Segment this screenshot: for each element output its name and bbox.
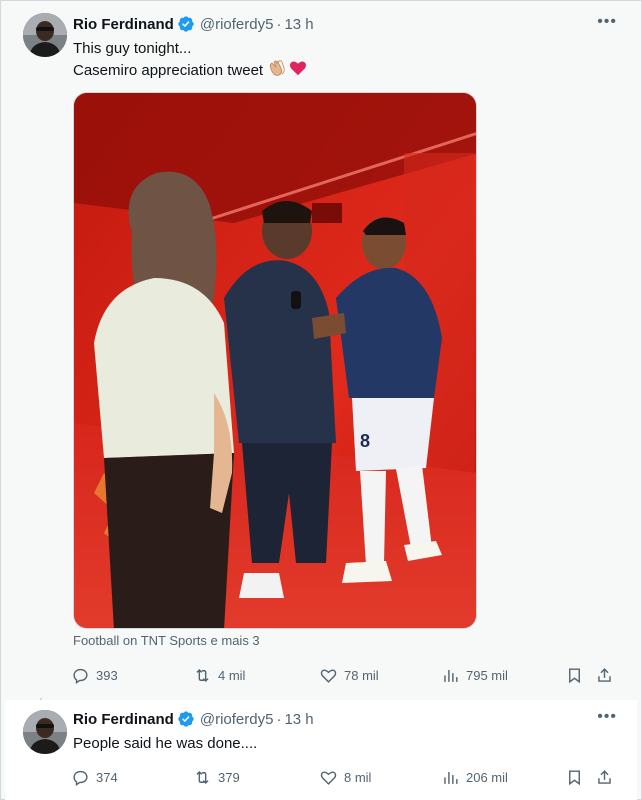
tweet-text-line-2: Casemiro appreciation tweet [73,59,617,83]
repost-count: 379 [218,769,240,785]
red-heart-emoji [289,60,307,82]
like-count: 8 mil [344,769,372,785]
views-button[interactable]: 206 mil [441,768,508,787]
share-button[interactable] [595,666,614,685]
author-handle[interactable]: @rioferdy5 [200,16,274,33]
clapping-hands-emoji [267,59,287,83]
views-count: 206 mil [466,769,508,785]
avatar[interactable] [23,13,67,57]
views-count: 795 mil [466,667,508,683]
tweet-text-line: This guy tonight... [73,40,192,57]
like-button[interactable]: 8 mil [319,768,371,787]
views-chart-icon [444,669,458,682]
verified-badge-icon [177,15,195,33]
reply-count: 393 [96,667,118,683]
tweet-2[interactable]: Rio Ferdinand @rioferdy5 · 13 h ••• Peop… [5,700,637,800]
author-name[interactable]: Rio Ferdinand [73,16,174,33]
tweet-header: Rio Ferdinand @rioferdy5 · 13 h ••• [73,708,621,730]
timeline-frame: Rio Ferdinand @rioferdy5 · 13 h ••• This… [0,0,642,800]
avatar[interactable] [23,710,67,754]
separator-dot: · [276,710,282,728]
views-button[interactable]: 795 mil [441,666,508,685]
bookmark-button[interactable] [565,768,584,787]
bookmark-button[interactable] [565,666,584,685]
repost-button[interactable]: 4 mil [193,666,245,685]
heart-icon [320,770,337,785]
tweet-time[interactable]: 13 h [284,16,313,33]
repost-icon [196,770,209,784]
bookmark-icon [569,769,580,785]
svg-text:8: 8 [360,431,370,451]
author-name[interactable]: Rio Ferdinand [73,711,174,728]
reply-icon [73,770,88,786]
tweet-text: This guy tonight... Casemiro appreciatio… [73,38,617,83]
heart-icon [320,668,337,683]
reply-icon [73,668,88,684]
views-chart-icon [444,771,458,784]
reply-button[interactable]: 374 [71,768,118,787]
share-icon [598,769,611,784]
tweet-text: People said he was done.... [73,733,617,754]
verified-badge-icon [177,710,195,728]
repost-icon [196,668,209,682]
repost-count: 4 mil [218,667,246,683]
tweet-actions: 393 4 mil 78 mil 795 mil [71,663,623,687]
tweet-header: Rio Ferdinand @rioferdy5 · 13 h ••• [73,13,621,35]
reply-count: 374 [96,769,118,785]
share-icon [598,667,611,682]
more-options-icon[interactable]: ••• [597,708,617,726]
tweet-media-photo[interactable]: 8 [73,92,477,629]
bookmark-icon [569,667,580,683]
tweet-text-line: People said he was done.... [73,735,258,752]
more-options-icon[interactable]: ••• [597,13,617,31]
tweet-1[interactable]: Rio Ferdinand @rioferdy5 · 13 h ••• This… [5,1,637,698]
author-handle[interactable]: @rioferdy5 [200,711,274,728]
separator-dot: · [276,15,282,33]
share-button[interactable] [595,768,614,787]
media-attribution[interactable]: Football on TNT Sports e mais 3 [73,633,260,648]
like-count: 78 mil [344,667,379,683]
tweet-actions: 374 379 8 mil 206 mil [71,765,623,789]
repost-button[interactable]: 379 [193,768,240,787]
tweet-time[interactable]: 13 h [284,711,313,728]
tweet-text-line: Casemiro appreciation tweet [73,61,264,79]
reply-button[interactable]: 393 [71,666,118,685]
like-button[interactable]: 78 mil [319,666,379,685]
